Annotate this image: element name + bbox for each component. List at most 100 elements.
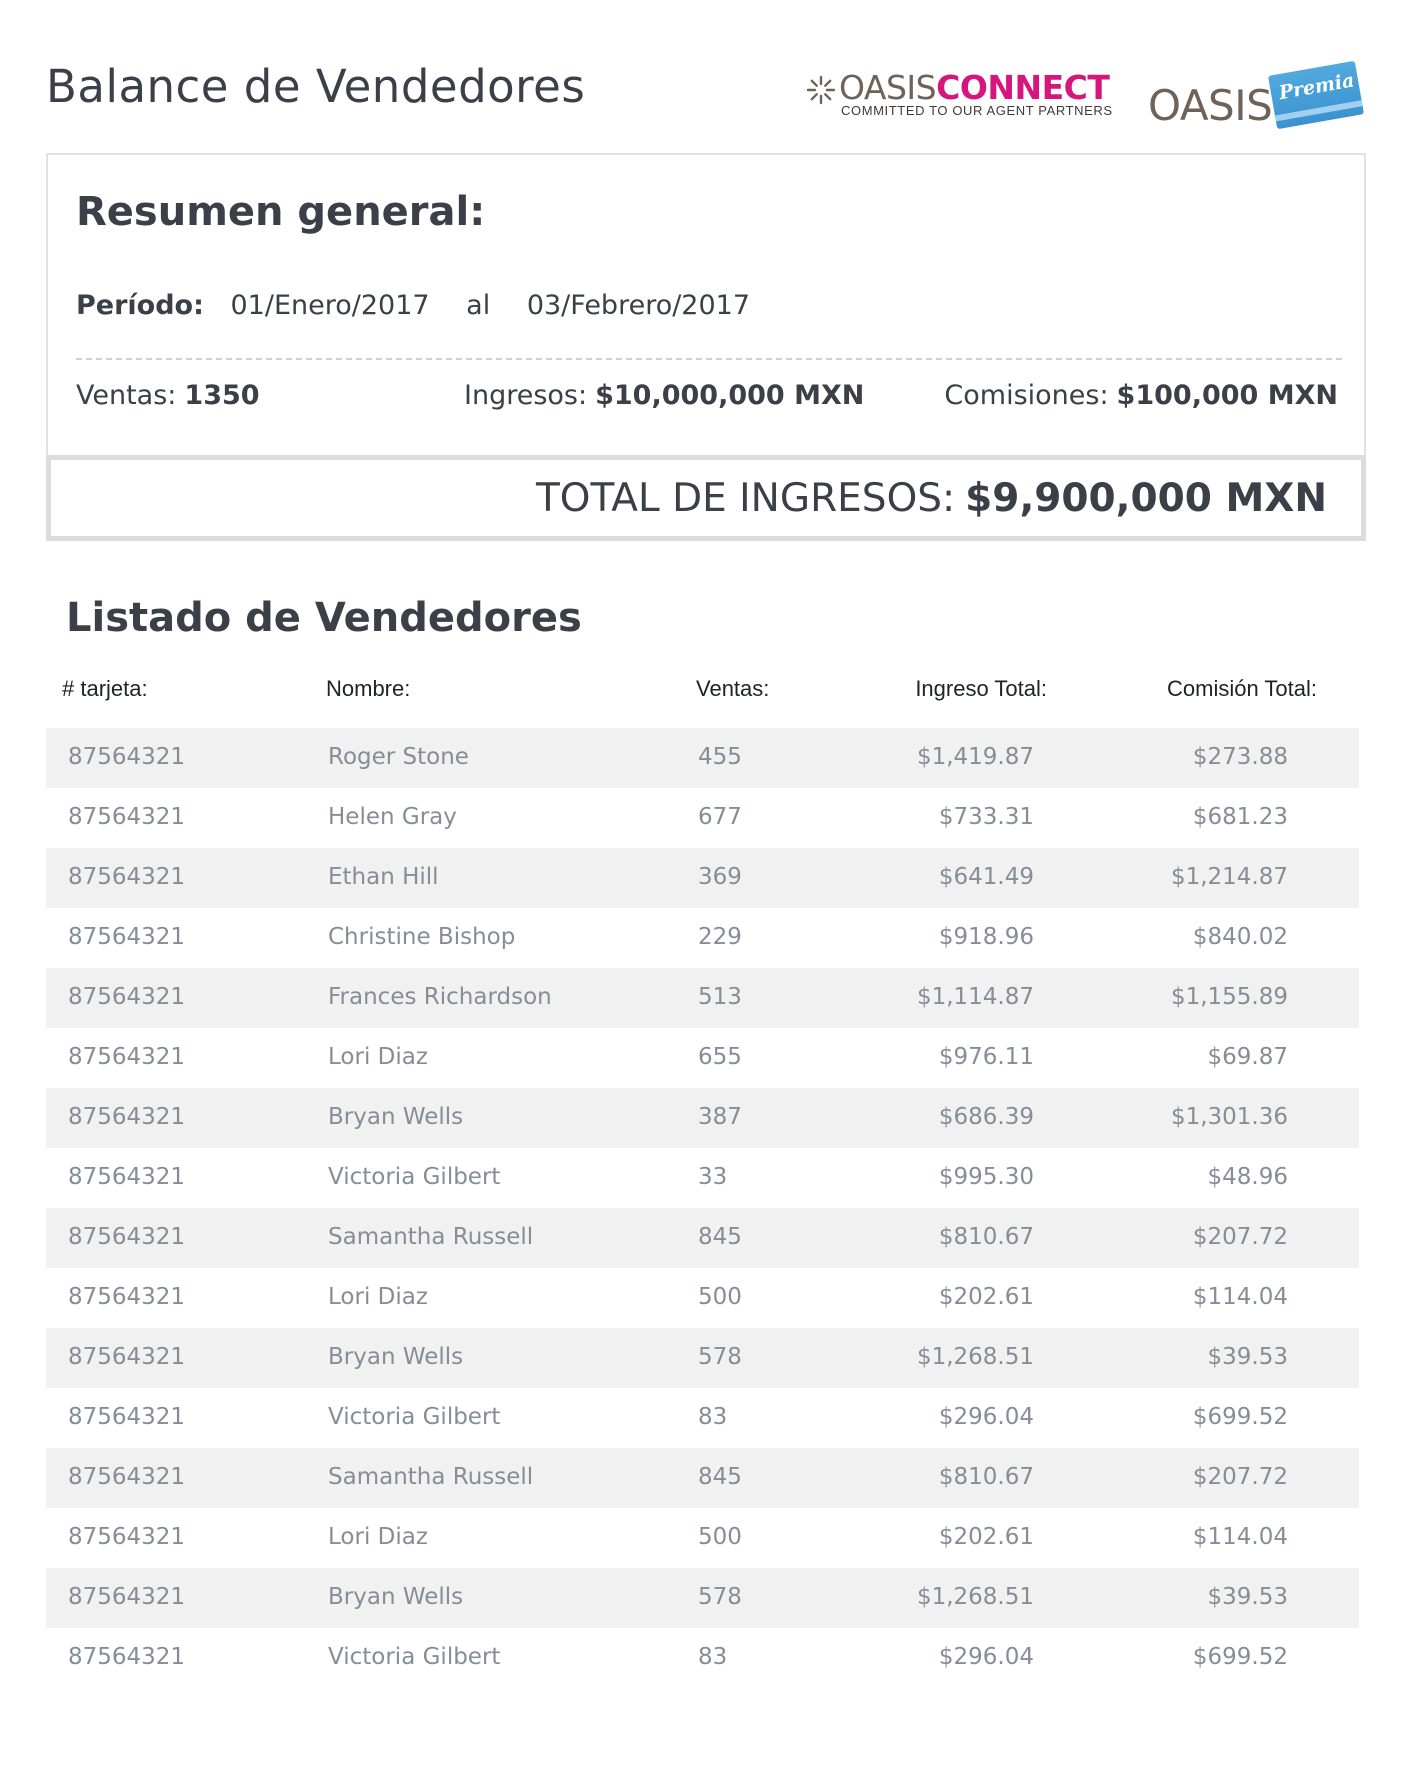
cell-comision-total: $699.52 <box>1192 1404 1288 1430</box>
cell-card-number: 87564321 <box>68 1524 186 1550</box>
cell-card-number: 87564321 <box>68 1284 186 1310</box>
cell-ventas: 845 <box>698 1224 742 1250</box>
comisiones-label: Comisiones: <box>944 380 1109 411</box>
cell-ingreso-total: $1,268.51 <box>916 1344 1034 1370</box>
cell-ventas: 513 <box>698 984 742 1010</box>
cell-comision-total: $681.23 <box>1192 804 1288 830</box>
cell-name: Victoria Gilbert <box>328 1644 501 1670</box>
cell-card-number: 87564321 <box>68 1044 186 1070</box>
table-row: 87564321 Helen Gray 677 $733.31 $681.23 <box>46 788 1359 848</box>
oasis-connect-tagline: COMMITTED TO OUR AGENT PARTNERS <box>841 103 1113 118</box>
cell-name: Roger Stone <box>328 744 469 770</box>
cell-ingreso-total: $686.39 <box>938 1104 1034 1130</box>
oasis-premia-wordmark: OASIS <box>1148 81 1273 130</box>
metric-ventas: Ventas: 1350 <box>76 380 260 411</box>
table-row: 87564321 Christine Bishop 229 $918.96 $840.0… <box>46 908 1359 968</box>
column-header-ingreso: Ingreso Total: <box>915 676 1047 701</box>
cell-name: Helen Gray <box>328 804 457 830</box>
table-row: 87564321 Lori Diaz 500 $202.61 $114.04 <box>46 1508 1359 1568</box>
list-heading: Listado de Vendedores <box>66 595 582 641</box>
cell-ventas: 578 <box>698 1584 742 1610</box>
cell-comision-total: $840.02 <box>1192 924 1288 950</box>
page-title: Balance de Vendedores <box>46 60 586 113</box>
period-start: 01/Enero/2017 <box>230 290 430 321</box>
cell-ventas: 578 <box>698 1344 742 1370</box>
cell-ventas: 500 <box>698 1524 742 1550</box>
cell-name: Victoria Gilbert <box>328 1164 501 1190</box>
cell-comision-total: $273.88 <box>1192 744 1288 770</box>
cell-ingreso-total: $641.49 <box>938 864 1034 890</box>
cell-card-number: 87564321 <box>68 1644 186 1670</box>
total-label: TOTAL DE INGRESOS: <box>535 476 956 521</box>
cell-comision-total: $1,301.36 <box>1170 1104 1288 1130</box>
table-row: 87564321 Roger Stone 455 $1,419.87 $273.88 <box>46 728 1359 788</box>
cell-ingreso-total: $976.11 <box>938 1044 1034 1070</box>
cell-comision-total: $114.04 <box>1192 1524 1288 1550</box>
period-line: Período: 01/Enero/2017 al 03/Febrero/201… <box>76 290 750 321</box>
cell-card-number: 87564321 <box>68 864 186 890</box>
table-row: 87564321 Samantha Russell 845 $810.67 $207.7… <box>46 1448 1359 1508</box>
cell-card-number: 87564321 <box>68 744 186 770</box>
total-line: TOTAL DE INGRESOS: $9,900,000 MXN <box>536 476 1327 521</box>
cell-ventas: 845 <box>698 1464 742 1490</box>
summary-heading: Resumen general: <box>76 189 486 235</box>
premia-card-icon: Premia <box>1267 60 1365 130</box>
cell-card-number: 87564321 <box>68 1164 186 1190</box>
total-value: $9,900,000 MXN <box>965 476 1327 521</box>
oasis-connect-logo: OASISCONNECT COMMITTED TO OUR AGENT PART… <box>805 68 1115 122</box>
cell-ingreso-total: $296.04 <box>938 1404 1034 1430</box>
period-connector: al <box>466 290 491 321</box>
cell-ingreso-total: $995.30 <box>938 1164 1034 1190</box>
comisiones-value: $100,000 MXN <box>1116 380 1338 411</box>
cell-ingreso-total: $1,114.87 <box>916 984 1034 1010</box>
cell-name: Bryan Wells <box>328 1584 464 1610</box>
column-header-card: # tarjeta: <box>62 676 148 701</box>
cell-ingreso-total: $296.04 <box>938 1644 1034 1670</box>
cell-card-number: 87564321 <box>68 1584 186 1610</box>
cell-name: Lori Diaz <box>328 1044 428 1070</box>
ventas-label: Ventas: <box>76 380 177 411</box>
cell-ventas: 500 <box>698 1284 742 1310</box>
cell-ventas: 655 <box>698 1044 742 1070</box>
table-row: 87564321 Victoria Gilbert 33 $995.30 $48.96 <box>46 1148 1359 1208</box>
cell-name: Bryan Wells <box>328 1344 464 1370</box>
summary-divider <box>76 358 1342 360</box>
cell-card-number: 87564321 <box>68 804 186 830</box>
metric-comisiones: Comisiones: $100,000 MXN <box>944 380 1338 411</box>
column-header-comision: Comisión Total: <box>1167 676 1317 701</box>
cell-ingreso-total: $810.67 <box>938 1224 1034 1250</box>
table-row: 87564321 Victoria Gilbert 83 $296.04 $699.52 <box>46 1388 1359 1448</box>
cell-card-number: 87564321 <box>68 1344 186 1370</box>
cell-name: Samantha Russell <box>328 1464 534 1490</box>
sellers-table: 87564321 Roger Stone 455 $1,419.87 $273.88 87… <box>46 728 1359 1688</box>
period-label: Período: <box>76 290 204 321</box>
cell-comision-total: $1,214.87 <box>1170 864 1288 890</box>
cell-ingreso-total: $202.61 <box>938 1284 1034 1310</box>
cell-ingreso-total: $1,268.51 <box>916 1584 1034 1610</box>
period-end: 03/Febrero/2017 <box>526 290 751 321</box>
cell-comision-total: $1,155.89 <box>1170 984 1288 1010</box>
cell-ventas: 33 <box>698 1164 728 1190</box>
ventas-value: 1350 <box>184 380 260 411</box>
cell-ventas: 369 <box>698 864 742 890</box>
table-row: 87564321 Bryan Wells 578 $1,268.51 $39.53 <box>46 1328 1359 1388</box>
cell-ventas: 229 <box>698 924 742 950</box>
cell-comision-total: $114.04 <box>1192 1284 1288 1310</box>
cell-ingreso-total: $918.96 <box>938 924 1034 950</box>
oasis-connect-wordmark: OASISCONNECT <box>839 68 1110 107</box>
table-row: 87564321 Victoria Gilbert 83 $296.04 $699.52 <box>46 1628 1359 1688</box>
oasis-connect-emblem-icon <box>806 75 836 105</box>
cell-comision-total: $699.52 <box>1192 1644 1288 1670</box>
cell-card-number: 87564321 <box>68 1224 186 1250</box>
table-row: 87564321 Samantha Russell 845 $810.67 $207.7… <box>46 1208 1359 1268</box>
cell-ventas: 387 <box>698 1104 742 1130</box>
table-row: 87564321 Ethan Hill 369 $641.49 $1,214.87 <box>46 848 1359 908</box>
cell-card-number: 87564321 <box>68 984 186 1010</box>
cell-name: Victoria Gilbert <box>328 1404 501 1430</box>
cell-ingreso-total: $733.31 <box>938 804 1034 830</box>
cell-name: Christine Bishop <box>328 924 516 950</box>
cell-ingreso-total: $1,419.87 <box>916 744 1034 770</box>
cell-card-number: 87564321 <box>68 1404 186 1430</box>
cell-ventas: 83 <box>698 1404 728 1430</box>
table-row: 87564321 Bryan Wells 387 $686.39 $1,301.36 <box>46 1088 1359 1148</box>
